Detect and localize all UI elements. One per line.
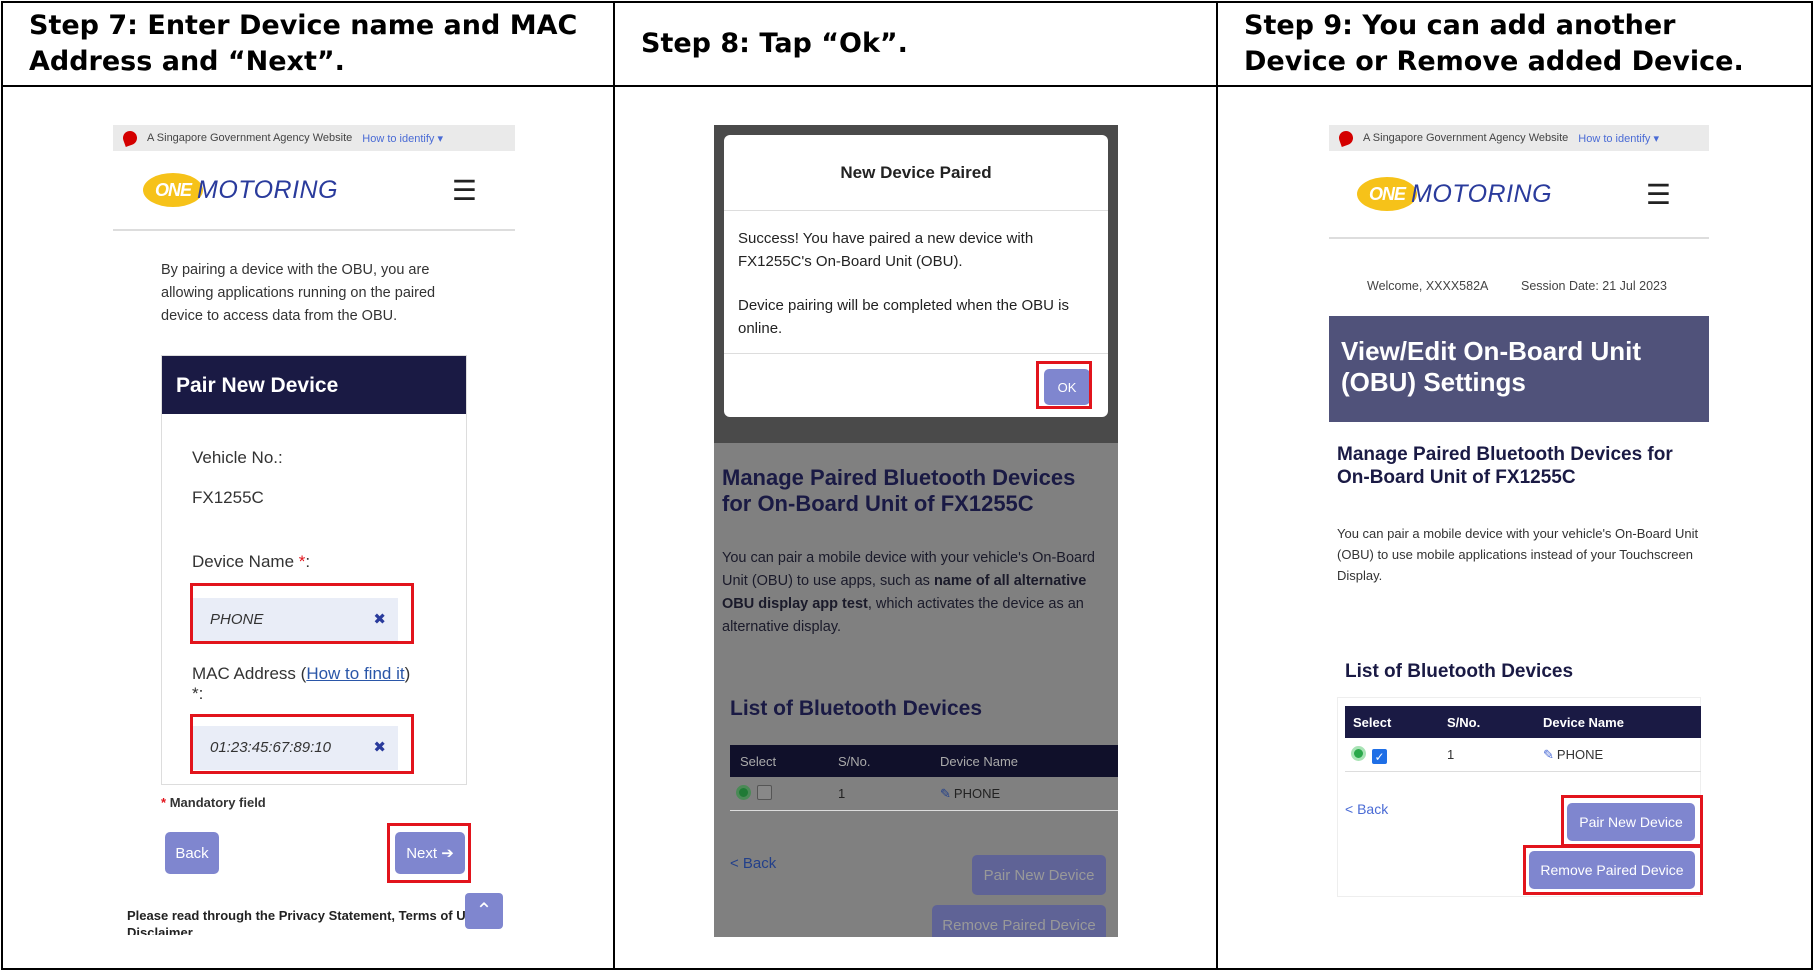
onemotoring-logo[interactable]: ONE MOTORING — [143, 173, 338, 207]
select-checkbox[interactable]: ✓ — [1372, 748, 1387, 764]
step8-screenshot: Manage Paired Bluetooth Devices for On-B… — [714, 125, 1118, 937]
site-header: ONE MOTORING ☰ — [113, 151, 515, 231]
modal-footer — [724, 353, 1108, 354]
manage-title: Manage Paired Bluetooth Devices for On-B… — [1337, 444, 1673, 488]
how-to-identify-link[interactable]: How to identify ▾ — [362, 132, 443, 145]
step7-screenshot: A Singapore Government Agency Website Ho… — [113, 125, 515, 935]
status-dot — [1351, 745, 1366, 761]
pair-new-device-button[interactable]: Pair New Device — [972, 855, 1106, 895]
menu-icon[interactable]: ☰ — [452, 174, 477, 207]
modal-body: Success! You have paired a new device wi… — [738, 230, 1069, 337]
device-name-cell[interactable]: ✎ PHONE — [1543, 747, 1603, 763]
column-divider — [613, 3, 615, 968]
remove-paired-device-button[interactable]: Remove Paired Device — [932, 905, 1106, 937]
back-link[interactable]: < Back — [1345, 801, 1388, 817]
manage-description: You can pair a mobile device with your v… — [1337, 526, 1699, 583]
mac-label: MAC Address (How to find it) *: — [192, 664, 411, 703]
list-title: List of Bluetooth Devices — [730, 697, 983, 720]
menu-icon[interactable]: ☰ — [1646, 178, 1671, 211]
back-button[interactable]: Back — [165, 832, 219, 874]
manage-description: You can pair a mobile device with your v… — [722, 550, 1095, 635]
table-row: ✓ 1 ✎ PHONE — [1345, 738, 1701, 772]
device-name-label: Device Name *: — [192, 552, 311, 571]
devices-table: Select S/No. Device Name ✓ 1 ✎ PHONE — [1345, 706, 1701, 772]
settings-banner: View/Edit On-Board Unit (OBU) Settings — [1329, 316, 1709, 422]
step7-header: Step 7: Enter Device name and MAC Addres… — [29, 10, 578, 77]
scroll-top-button[interactable]: ⌃ — [465, 893, 503, 929]
vehicle-label: Vehicle No.: — [192, 448, 283, 467]
welcome-text: Welcome, XXXX582A — [1367, 279, 1489, 293]
how-to-find-link[interactable]: How to find it — [306, 664, 404, 683]
table-header: Select S/No. Device Name — [1345, 706, 1701, 738]
step8-header: Step 8: Tap “Ok”. — [641, 28, 908, 59]
vehicle-value: FX1255C — [192, 488, 264, 507]
list-title: List of Bluetooth Devices — [1345, 661, 1574, 682]
pair-panel-title: Pair New Device — [162, 356, 466, 414]
column-divider — [1216, 3, 1218, 968]
pair-highlight — [1561, 795, 1703, 847]
mandatory-note: * Mandatory field — [161, 795, 266, 810]
session-date: Session Date: 21 Jul 2023 — [1521, 279, 1667, 293]
step9-screenshot: A Singapore Government Agency Website Ho… — [1329, 125, 1709, 905]
devices-table: Select S/No. Device Name 1 ✎ PHONE — [730, 745, 1118, 811]
gov-text: A Singapore Government Agency Website — [1363, 132, 1569, 144]
modal-title: New Device Paired — [724, 135, 1108, 211]
footer-text-2: Disclaimer — [127, 925, 193, 935]
gov-text: A Singapore Government Agency Website — [147, 132, 353, 144]
back-link[interactable]: < Back — [730, 855, 776, 872]
remove-highlight — [1523, 845, 1703, 895]
how-to-identify-link[interactable]: How to identify ▾ — [1578, 132, 1659, 145]
status-dot — [736, 784, 751, 800]
lion-icon — [1337, 129, 1355, 147]
table-row: 1 ✎ PHONE — [730, 777, 1118, 811]
ok-highlight — [1036, 361, 1092, 409]
manage-title: Manage Paired Bluetooth Devices for On-B… — [722, 465, 1076, 516]
step9-header: Step 9: You can add another Device or Re… — [1244, 10, 1744, 77]
gov-bar: A Singapore Government Agency Website Ho… — [113, 125, 515, 151]
gov-bar: A Singapore Government Agency Website Ho… — [1329, 125, 1709, 151]
device-name-cell[interactable]: ✎ PHONE — [940, 786, 1000, 802]
pairing-intro: By pairing a device with the OBU, you ar… — [161, 262, 436, 324]
dimmed-content: Manage Paired Bluetooth Devices for On-B… — [714, 443, 1118, 937]
site-header: ONE MOTORING ☰ — [1329, 151, 1709, 239]
next-highlight — [387, 823, 471, 883]
header-divider — [3, 85, 1811, 87]
table-header: Select S/No. Device Name — [730, 745, 1118, 777]
mac-address-highlight — [190, 714, 414, 774]
footer-text: Please read through the Privacy Statemen… — [127, 908, 473, 923]
lion-icon — [121, 129, 139, 147]
device-name-highlight — [190, 583, 414, 644]
select-checkbox[interactable] — [757, 784, 772, 800]
onemotoring-logo[interactable]: ONE MOTORING — [1357, 177, 1552, 211]
steps-table: Step 7: Enter Device name and MAC Addres… — [1, 1, 1813, 970]
